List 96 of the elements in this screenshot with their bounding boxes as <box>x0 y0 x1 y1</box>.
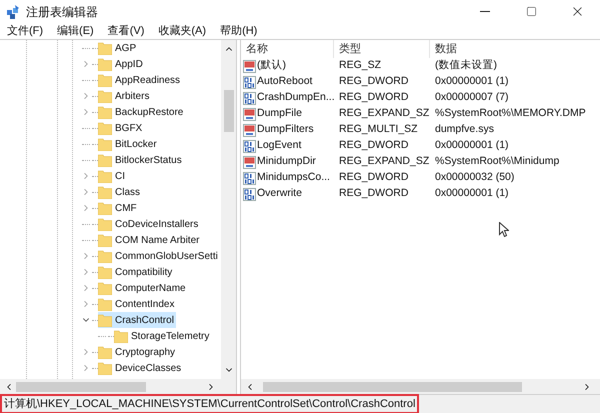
tree-item[interactable]: Class <box>98 184 142 200</box>
table-cell-text: REG_DWORD <box>338 138 410 154</box>
menu-item[interactable]: 编辑(E) <box>54 22 97 40</box>
tree-item[interactable]: StorageTelemetry <box>114 328 212 344</box>
folder-icon <box>98 314 112 326</box>
tree-item[interactable]: ComputerName <box>98 280 188 296</box>
tree-item[interactable]: CMF <box>98 200 139 216</box>
tree-item[interactable]: BGFX <box>98 120 144 136</box>
table-cell-text: REG_DWORD <box>338 170 410 186</box>
binary-value-icon <box>243 140 256 152</box>
tree-item[interactable]: AppID <box>98 56 145 72</box>
folder-icon <box>98 154 112 166</box>
horizontal-scrollbar[interactable] <box>241 379 600 394</box>
value-name[interactable]: LogEvent <box>241 138 334 154</box>
value-name[interactable]: MinidumpsCo... <box>241 170 334 186</box>
folder-icon <box>98 266 112 278</box>
folder-icon <box>98 170 112 182</box>
folder-icon <box>98 106 112 118</box>
scroll-thumb[interactable] <box>263 382 522 392</box>
column-header[interactable]: 类型 <box>334 40 430 58</box>
tree-item[interactable]: Compatibility <box>98 264 174 280</box>
value-name[interactable]: DumpFilters <box>241 122 334 138</box>
tree-item[interactable]: CoDeviceInstallers <box>98 216 200 232</box>
registry-app-icon <box>6 4 20 18</box>
binary-value-icon <box>243 92 256 104</box>
text-value-icon <box>243 60 256 72</box>
binary-value-icon <box>243 172 256 184</box>
scroll-thumb[interactable] <box>224 90 234 132</box>
tree-item[interactable]: BitlockerStatus <box>98 152 184 168</box>
binary-value-icon <box>243 188 256 200</box>
table-cell-text: (数值未设置) <box>434 58 497 74</box>
column-header[interactable]: 数据 <box>430 40 600 58</box>
table-cell-text: 0x00000007 (7) <box>434 90 509 106</box>
folder-icon <box>98 346 112 358</box>
text-value-icon <box>243 124 256 136</box>
folder-icon <box>98 74 112 86</box>
tree-item[interactable]: AppReadiness <box>98 72 182 88</box>
menu-item[interactable]: 收藏夹(A) <box>155 22 210 40</box>
table-cell-text: REG_MULTI_SZ <box>338 122 419 138</box>
binary-value-icon <box>243 76 256 88</box>
menu-item[interactable]: 查看(V) <box>104 22 148 40</box>
folder-icon <box>98 58 112 70</box>
tree-item[interactable]: CrashControl <box>98 312 176 328</box>
folder-icon <box>98 202 112 214</box>
folder-icon <box>98 138 112 150</box>
scroll-thumb[interactable] <box>16 382 146 392</box>
value-name[interactable]: MinidumpDir <box>241 154 334 170</box>
value-name[interactable]: Overwrite <box>241 186 334 202</box>
menu-item[interactable]: 帮助(H) <box>217 22 260 40</box>
folder-icon <box>98 218 112 230</box>
tree-item[interactable]: CommonGlobUserSetti <box>98 248 220 264</box>
table-cell-text: REG_DWORD <box>338 186 410 202</box>
folder-icon <box>98 186 112 198</box>
table-cell-text: 0x00000001 (1) <box>434 138 509 154</box>
folder-icon <box>98 250 112 262</box>
table-cell-text: %SystemRoot%\MEMORY.DMP <box>434 106 586 122</box>
tree-item[interactable]: BitLocker <box>98 136 159 152</box>
table-cell-text: 0x00000001 (1) <box>434 74 509 90</box>
menu-item[interactable]: 文件(F) <box>4 22 46 40</box>
folder-icon <box>98 234 112 246</box>
folder-icon <box>98 282 112 294</box>
horizontal-scrollbar[interactable] <box>0 379 236 394</box>
table-cell-text: %SystemRoot%\Minidump <box>434 154 560 170</box>
table-cell-text: REG_DWORD <box>338 74 410 90</box>
minimize-icon <box>480 11 490 12</box>
text-value-icon <box>243 108 256 120</box>
tree-item[interactable]: DeviceClasses <box>98 360 184 376</box>
folder-icon <box>98 42 112 54</box>
folder-icon <box>98 90 112 102</box>
window-title: 注册表编辑器 <box>26 4 98 20</box>
tree-item[interactable]: CI <box>98 168 127 184</box>
tree-item[interactable]: AGP <box>98 40 138 56</box>
tree-item[interactable]: Cryptography <box>98 344 178 360</box>
status-path: 计算机\HKEY_LOCAL_MACHINE\SYSTEM\CurrentControlSet\Control\CrashControl <box>0 394 420 413</box>
folder-icon <box>98 122 112 134</box>
value-name[interactable]: (默认) <box>241 58 334 74</box>
folder-icon <box>98 362 112 374</box>
maximize-icon <box>526 6 536 17</box>
tree-item[interactable]: BackupRestore <box>98 104 186 120</box>
value-name[interactable]: AutoReboot <box>241 74 334 90</box>
table-cell-text: dumpfve.sys <box>434 122 494 138</box>
mouse-cursor-icon <box>499 222 509 237</box>
tree-item[interactable]: COM Name Arbiter <box>98 232 202 248</box>
table-cell-text: REG_SZ <box>338 58 382 74</box>
column-header[interactable]: 名称 <box>241 40 334 58</box>
text-value-icon <box>243 156 256 168</box>
value-name[interactable]: CrashDumpEn... <box>241 90 334 106</box>
table-cell-text: REG_EXPAND_SZ <box>338 106 430 122</box>
table-cell-text: 0x00000001 (1) <box>434 186 509 202</box>
table-cell-text: REG_DWORD <box>338 90 410 106</box>
vertical-scrollbar[interactable] <box>221 40 236 379</box>
table-cell-text: 0x00000032 (50) <box>434 170 514 186</box>
table-cell-text: REG_EXPAND_SZ <box>338 154 430 170</box>
value-name[interactable]: DumpFile <box>241 106 334 122</box>
tree-item[interactable]: ContentIndex <box>98 296 176 312</box>
tree-item[interactable]: Arbiters <box>98 88 152 104</box>
